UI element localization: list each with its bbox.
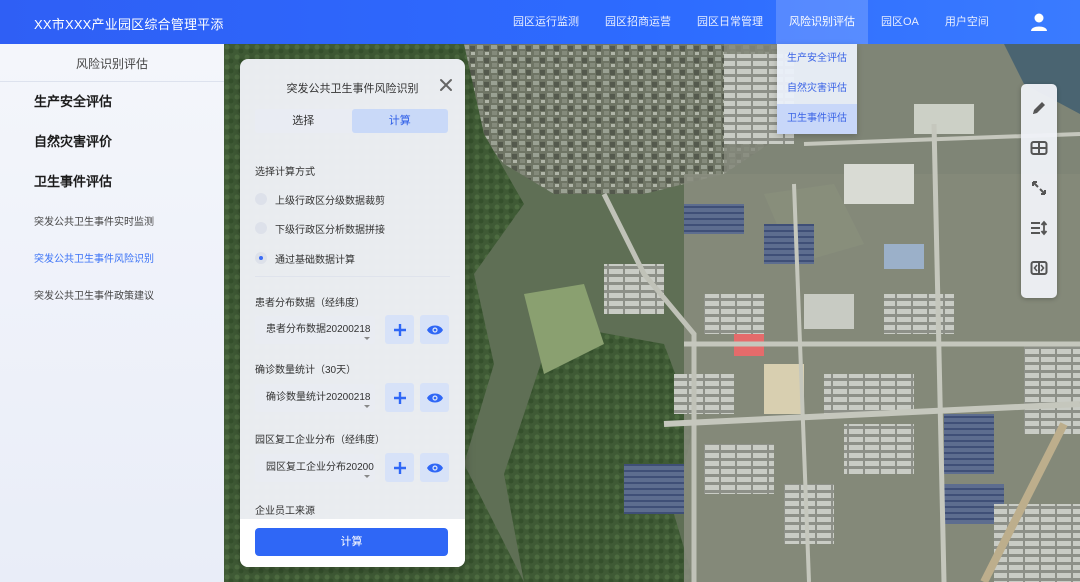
caret-down-icon bbox=[364, 405, 370, 408]
nav-item-user-space[interactable]: 用户空间 bbox=[932, 0, 1002, 44]
method-option-upper-clip[interactable]: 上级行政区分级数据裁剪 bbox=[255, 191, 385, 207]
panel-title: 突发公共卫生事件风险识别 bbox=[286, 83, 419, 95]
eye-icon bbox=[426, 463, 443, 472]
method-label: 选择计算方式 bbox=[255, 167, 315, 178]
sidebar-item-risk-identification[interactable]: 突发公共卫生事件风险识别 bbox=[0, 241, 224, 278]
divider bbox=[255, 276, 450, 277]
dataset-label-confirmed: 确诊数量统计（30天） bbox=[255, 365, 357, 376]
sidebar-item-production-safety[interactable]: 生产安全评估 bbox=[0, 82, 224, 122]
plus-icon bbox=[393, 391, 406, 404]
panel-footer: 计算 bbox=[240, 519, 465, 567]
sidebar-title: 风险识别评估 bbox=[0, 44, 224, 82]
nav-item-daily-management[interactable]: 园区日常管理 bbox=[684, 0, 776, 44]
nav-item-oa[interactable]: 园区OA bbox=[868, 0, 932, 44]
add-dataset-button[interactable] bbox=[385, 453, 414, 482]
plus-icon bbox=[393, 323, 406, 336]
panel-tabs: 选择 计算 bbox=[255, 109, 448, 133]
dataset-select-patients[interactable]: 患者分布数据20200218 bbox=[255, 316, 375, 344]
dataset-select-enterprises[interactable]: 园区复工企业分布20200 bbox=[255, 454, 375, 482]
nav-item-risk-assessment[interactable]: 风险识别评估 bbox=[776, 0, 868, 44]
calculate-button[interactable]: 计算 bbox=[255, 528, 448, 556]
dataset-select-value: 确诊数量统计20200218 bbox=[266, 392, 371, 403]
view-dataset-button[interactable] bbox=[420, 453, 449, 482]
add-dataset-button[interactable] bbox=[385, 383, 414, 412]
dataset-select-confirmed[interactable]: 确诊数量统计20200218 bbox=[255, 384, 375, 412]
method-option-lower-merge[interactable]: 下级行政区分析数据拼接 bbox=[255, 220, 385, 236]
dataset-select-value: 患者分布数据20200218 bbox=[266, 324, 371, 335]
radio-unchecked[interactable] bbox=[255, 193, 267, 205]
add-dataset-button[interactable] bbox=[385, 315, 414, 344]
dropdown-item-production-safety[interactable]: 生产安全评估 bbox=[777, 44, 857, 74]
left-sidebar: 风险识别评估 生产安全评估 自然灾害评价 卫生事件评估 突发公共卫生事件实时监测… bbox=[0, 44, 224, 582]
dropdown-item-natural-disaster[interactable]: 自然灾害评估 bbox=[777, 74, 857, 104]
sidebar-item-natural-disaster[interactable]: 自然灾害评价 bbox=[0, 122, 224, 162]
plus-icon bbox=[393, 461, 406, 474]
method-option-base-data[interactable]: 通过基础数据计算 bbox=[255, 250, 355, 266]
expand-icon[interactable] bbox=[1021, 168, 1057, 208]
method-option-label: 上级行政区分级数据裁剪 bbox=[275, 195, 385, 207]
grid-icon[interactable] bbox=[1021, 128, 1057, 168]
dropdown-item-health-event[interactable]: 卫生事件评估 bbox=[777, 104, 857, 134]
close-icon[interactable] bbox=[439, 78, 453, 92]
method-option-label: 下级行政区分析数据拼接 bbox=[275, 224, 385, 236]
caret-down-icon bbox=[364, 475, 370, 478]
radio-unchecked[interactable] bbox=[255, 222, 267, 234]
app-title: XX市XXX产业园区综合管理平添 bbox=[34, 17, 224, 32]
sort-icon[interactable] bbox=[1021, 208, 1057, 248]
caret-down-icon bbox=[364, 337, 370, 340]
user-icon[interactable] bbox=[1028, 11, 1050, 33]
sidebar-item-realtime-monitoring[interactable]: 突发公共卫生事件实时监测 bbox=[0, 204, 224, 241]
view-dataset-button[interactable] bbox=[420, 383, 449, 412]
risk-calc-panel: 突发公共卫生事件风险识别 选择 计算 选择计算方式 上级行政区分级数据裁剪 下级… bbox=[240, 59, 465, 567]
sidebar-item-policy-advice[interactable]: 突发公共卫生事件政策建议 bbox=[0, 278, 224, 315]
pencil-icon[interactable] bbox=[1021, 88, 1057, 128]
eye-icon bbox=[426, 393, 443, 402]
main-nav: 园区运行监测 园区招商运营 园区日常管理 风险识别评估 园区OA 用户空间 bbox=[500, 0, 1002, 44]
nav-item-park-monitoring[interactable]: 园区运行监测 bbox=[500, 0, 592, 44]
radio-checked[interactable] bbox=[255, 252, 267, 264]
method-option-label: 通过基础数据计算 bbox=[275, 254, 355, 266]
compare-icon[interactable] bbox=[1021, 248, 1057, 288]
map-toolbar bbox=[1021, 84, 1057, 298]
tab-calculate[interactable]: 计算 bbox=[351, 109, 448, 133]
nav-item-investment[interactable]: 园区招商运营 bbox=[592, 0, 684, 44]
dataset-select-value: 园区复工企业分布20200 bbox=[266, 462, 374, 473]
dataset-label-patients: 患者分布数据（经纬度） bbox=[255, 298, 365, 309]
tab-select[interactable]: 选择 bbox=[255, 109, 352, 133]
dataset-label-enterprises: 园区复工企业分布（经纬度） bbox=[255, 435, 385, 446]
sidebar-item-health-event[interactable]: 卫生事件评估 bbox=[0, 162, 224, 202]
risk-dropdown-menu: 生产安全评估 自然灾害评估 卫生事件评估 bbox=[777, 44, 857, 134]
top-header: XX市XXX产业园区综合管理平添 园区运行监测 园区招商运营 园区日常管理 风险… bbox=[0, 0, 1080, 44]
eye-icon bbox=[426, 325, 443, 334]
dataset-label-employee-source: 企业员工来源 bbox=[255, 506, 315, 517]
view-dataset-button[interactable] bbox=[420, 315, 449, 344]
